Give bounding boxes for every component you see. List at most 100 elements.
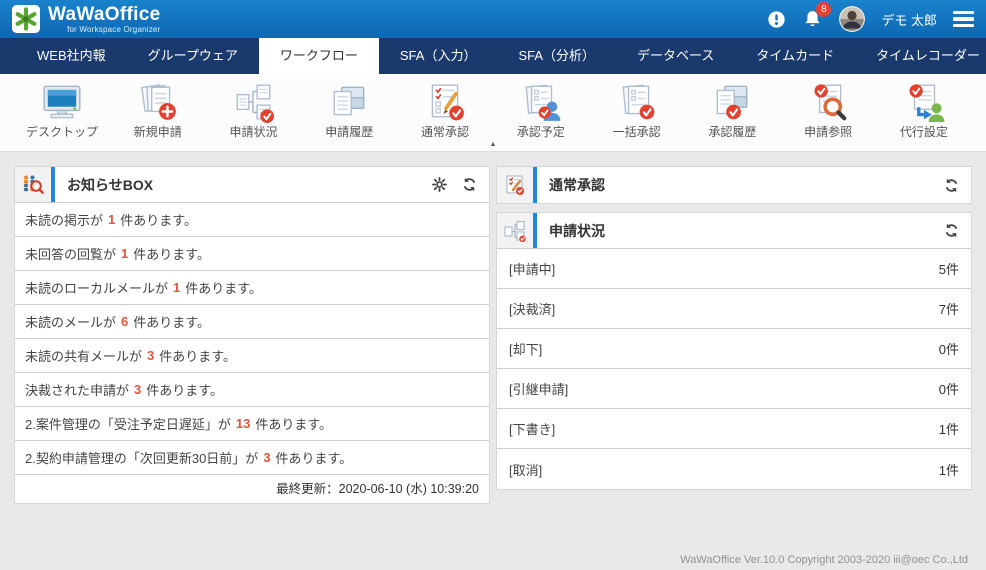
notifications-button[interactable]: 8: [802, 9, 823, 30]
status-row[interactable]: [下書き]1件: [497, 409, 971, 449]
notice-text-post: 件あります。: [276, 448, 353, 467]
notice-text-post: 件あります。: [133, 312, 210, 331]
tool-normal-approval[interactable]: 通常承認: [399, 81, 491, 151]
notice-count: 3: [147, 348, 154, 363]
tool-approval-history[interactable]: 承認履歴: [686, 81, 778, 151]
logo-subtitle: for Workspace Organizer: [48, 26, 160, 34]
notification-count-badge: 8: [816, 2, 831, 17]
tool-application-reference[interactable]: 申請参照: [782, 81, 874, 151]
wawaoffice-app: WaWaOffice for Workspace Organizer 8 デモ …: [0, 0, 986, 570]
tool-new-application[interactable]: 新規申請: [112, 81, 204, 151]
notice-item[interactable]: 未読の共有メールが 3 件あります。: [15, 339, 489, 373]
notice-item[interactable]: 未読の掲示が 1 件あります。: [15, 203, 489, 237]
notice-text-pre: 未回答の回覧が: [25, 244, 116, 263]
tab-time-recorder[interactable]: タイムレコーダー: [855, 38, 986, 74]
tab-web-company-news[interactable]: WEB社内報: [16, 38, 127, 74]
notice-text-pre: 2.契約申請管理の「次回更新30日前」が: [25, 448, 258, 467]
status-label: [引継申請]: [509, 379, 568, 398]
status-row[interactable]: [取消] 1件: [497, 449, 971, 489]
main-nav: WEB社内報グループウェアワークフローSFA（入力）SFA（分析）データベースタ…: [0, 38, 986, 74]
application-status-header: 申請状況: [497, 213, 971, 249]
notice-item[interactable]: 2.契約申請管理の「次回更新30日前」が 3 件あります。: [15, 441, 489, 475]
status-label: [取消]: [509, 460, 542, 479]
tab-sfa-input[interactable]: SFA（入力）: [379, 38, 498, 74]
user-avatar[interactable]: [839, 6, 865, 32]
notice-text-pre: 未読のローカルメールが: [25, 278, 168, 297]
application-status-icon: [497, 213, 533, 248]
notice-item[interactable]: 未読のローカルメールが1件あります。: [15, 271, 489, 305]
notice-count: 3: [134, 382, 141, 397]
notice-box-icon: [15, 167, 51, 202]
accent-bar: [533, 167, 537, 203]
notice-text-post: 件あります。: [133, 244, 210, 263]
notice-count: 3: [263, 450, 270, 465]
notice-text-post: 件あります。: [120, 210, 197, 229]
tool-approval-scheduled[interactable]: 承認予定: [495, 81, 587, 151]
notice-text-pre: 未読の共有メールが: [25, 346, 142, 365]
notice-item[interactable]: 決裁された申請が 3 件あります。: [15, 373, 489, 407]
status-row[interactable]: [決裁済]7件: [497, 289, 971, 329]
notice-box-header: お知らせBOX: [15, 167, 489, 203]
accent-bar: [51, 167, 55, 202]
gear-icon[interactable]: [432, 177, 447, 192]
tool-label: 新規申請: [112, 123, 204, 140]
status-count: 5件: [939, 259, 959, 278]
status-count: 7件: [939, 299, 959, 318]
notice-text-post: 件あります。: [159, 346, 236, 365]
notice-item[interactable]: 未読のメールが6件あります。: [15, 305, 489, 339]
tool-label: 申請履歴: [303, 123, 395, 140]
copyright-text: WaWaOffice Ver.10.0 Copyright 2003-2020 …: [0, 518, 986, 566]
notice-count: 1: [108, 212, 115, 227]
tab-sfa-analysis[interactable]: SFA（分析）: [497, 38, 616, 74]
status-count: 1件: [939, 460, 959, 479]
status-label: [申請中]: [509, 259, 555, 278]
notice-text-post: 件あります。: [146, 380, 223, 399]
user-name: デモ 太郎: [881, 10, 937, 29]
status-label: [下書き]: [509, 419, 555, 438]
notice-item[interactable]: 2.案件管理の「受注予定日遅延」が13件あります。: [15, 407, 489, 441]
normal-approval-check-icon: [399, 81, 491, 123]
notice-count: 6: [121, 314, 128, 329]
app-logo[interactable]: WaWaOffice for Workspace Organizer: [12, 5, 160, 34]
right-column: 通常承認 申請状況 [申請中] 5件 [決裁済]7件[却下]0件 [引継申請] 0件 [下…: [496, 166, 972, 490]
refresh-icon[interactable]: [944, 223, 959, 238]
tab-workflow[interactable]: ワークフロー: [259, 38, 379, 74]
tool-delegate-settings[interactable]: 代行設定: [878, 81, 970, 151]
refresh-icon[interactable]: [944, 178, 959, 193]
refresh-icon[interactable]: [462, 177, 477, 192]
notice-text-pre: 2.案件管理の「受注予定日遅延」が: [25, 414, 231, 433]
tool-label: 承認予定: [495, 123, 587, 140]
toolbar-collapse-caret[interactable]: ▲: [490, 140, 497, 150]
tab-database[interactable]: データベース: [616, 38, 735, 74]
status-row[interactable]: [却下]0件: [497, 329, 971, 369]
tool-label: 申請状況: [208, 123, 300, 140]
normal-approval-header: 通常承認: [497, 167, 971, 203]
status-count: 0件: [939, 339, 959, 358]
tool-batch-approval[interactable]: 一括承認: [591, 81, 683, 151]
application-reference-icon: [782, 81, 874, 123]
notice-count: 1: [121, 246, 128, 261]
status-row[interactable]: [引継申請] 0件: [497, 369, 971, 409]
info-icon[interactable]: [767, 10, 786, 29]
notice-item[interactable]: 未回答の回覧が 1 件あります。: [15, 237, 489, 271]
notice-text-pre: 決裁された申請が: [25, 380, 129, 399]
approval-scheduled-icon: [495, 81, 587, 123]
tool-label: デスクトップ: [16, 123, 108, 140]
tool-label: 一括承認: [591, 123, 683, 140]
left-column: お知らせBOX 未読の掲示が1件あります。未回答の回覧が1件あります。未読のロー…: [14, 166, 490, 504]
top-header: WaWaOffice for Workspace Organizer 8 デモ …: [0, 0, 986, 38]
tool-application-history[interactable]: 申請履歴: [303, 81, 395, 151]
hamburger-menu-icon[interactable]: [953, 6, 974, 32]
tab-groupware[interactable]: グループウェア: [127, 38, 259, 74]
tool-application-status[interactable]: 申請状況: [208, 81, 300, 151]
status-count: 0件: [939, 379, 959, 398]
application-history-icon: [303, 81, 395, 123]
delegate-settings-icon: [878, 81, 970, 123]
notice-text-pre: 未読の掲示が: [25, 210, 103, 229]
application-status-title: 申請状況: [549, 221, 605, 241]
tab-timecard[interactable]: タイムカード: [735, 38, 855, 74]
batch-approval-icon: [591, 81, 683, 123]
status-row[interactable]: [申請中] 5件: [497, 249, 971, 289]
tool-desktop[interactable]: デスクトップ: [16, 81, 108, 151]
notice-box-title: お知らせBOX: [67, 175, 153, 195]
